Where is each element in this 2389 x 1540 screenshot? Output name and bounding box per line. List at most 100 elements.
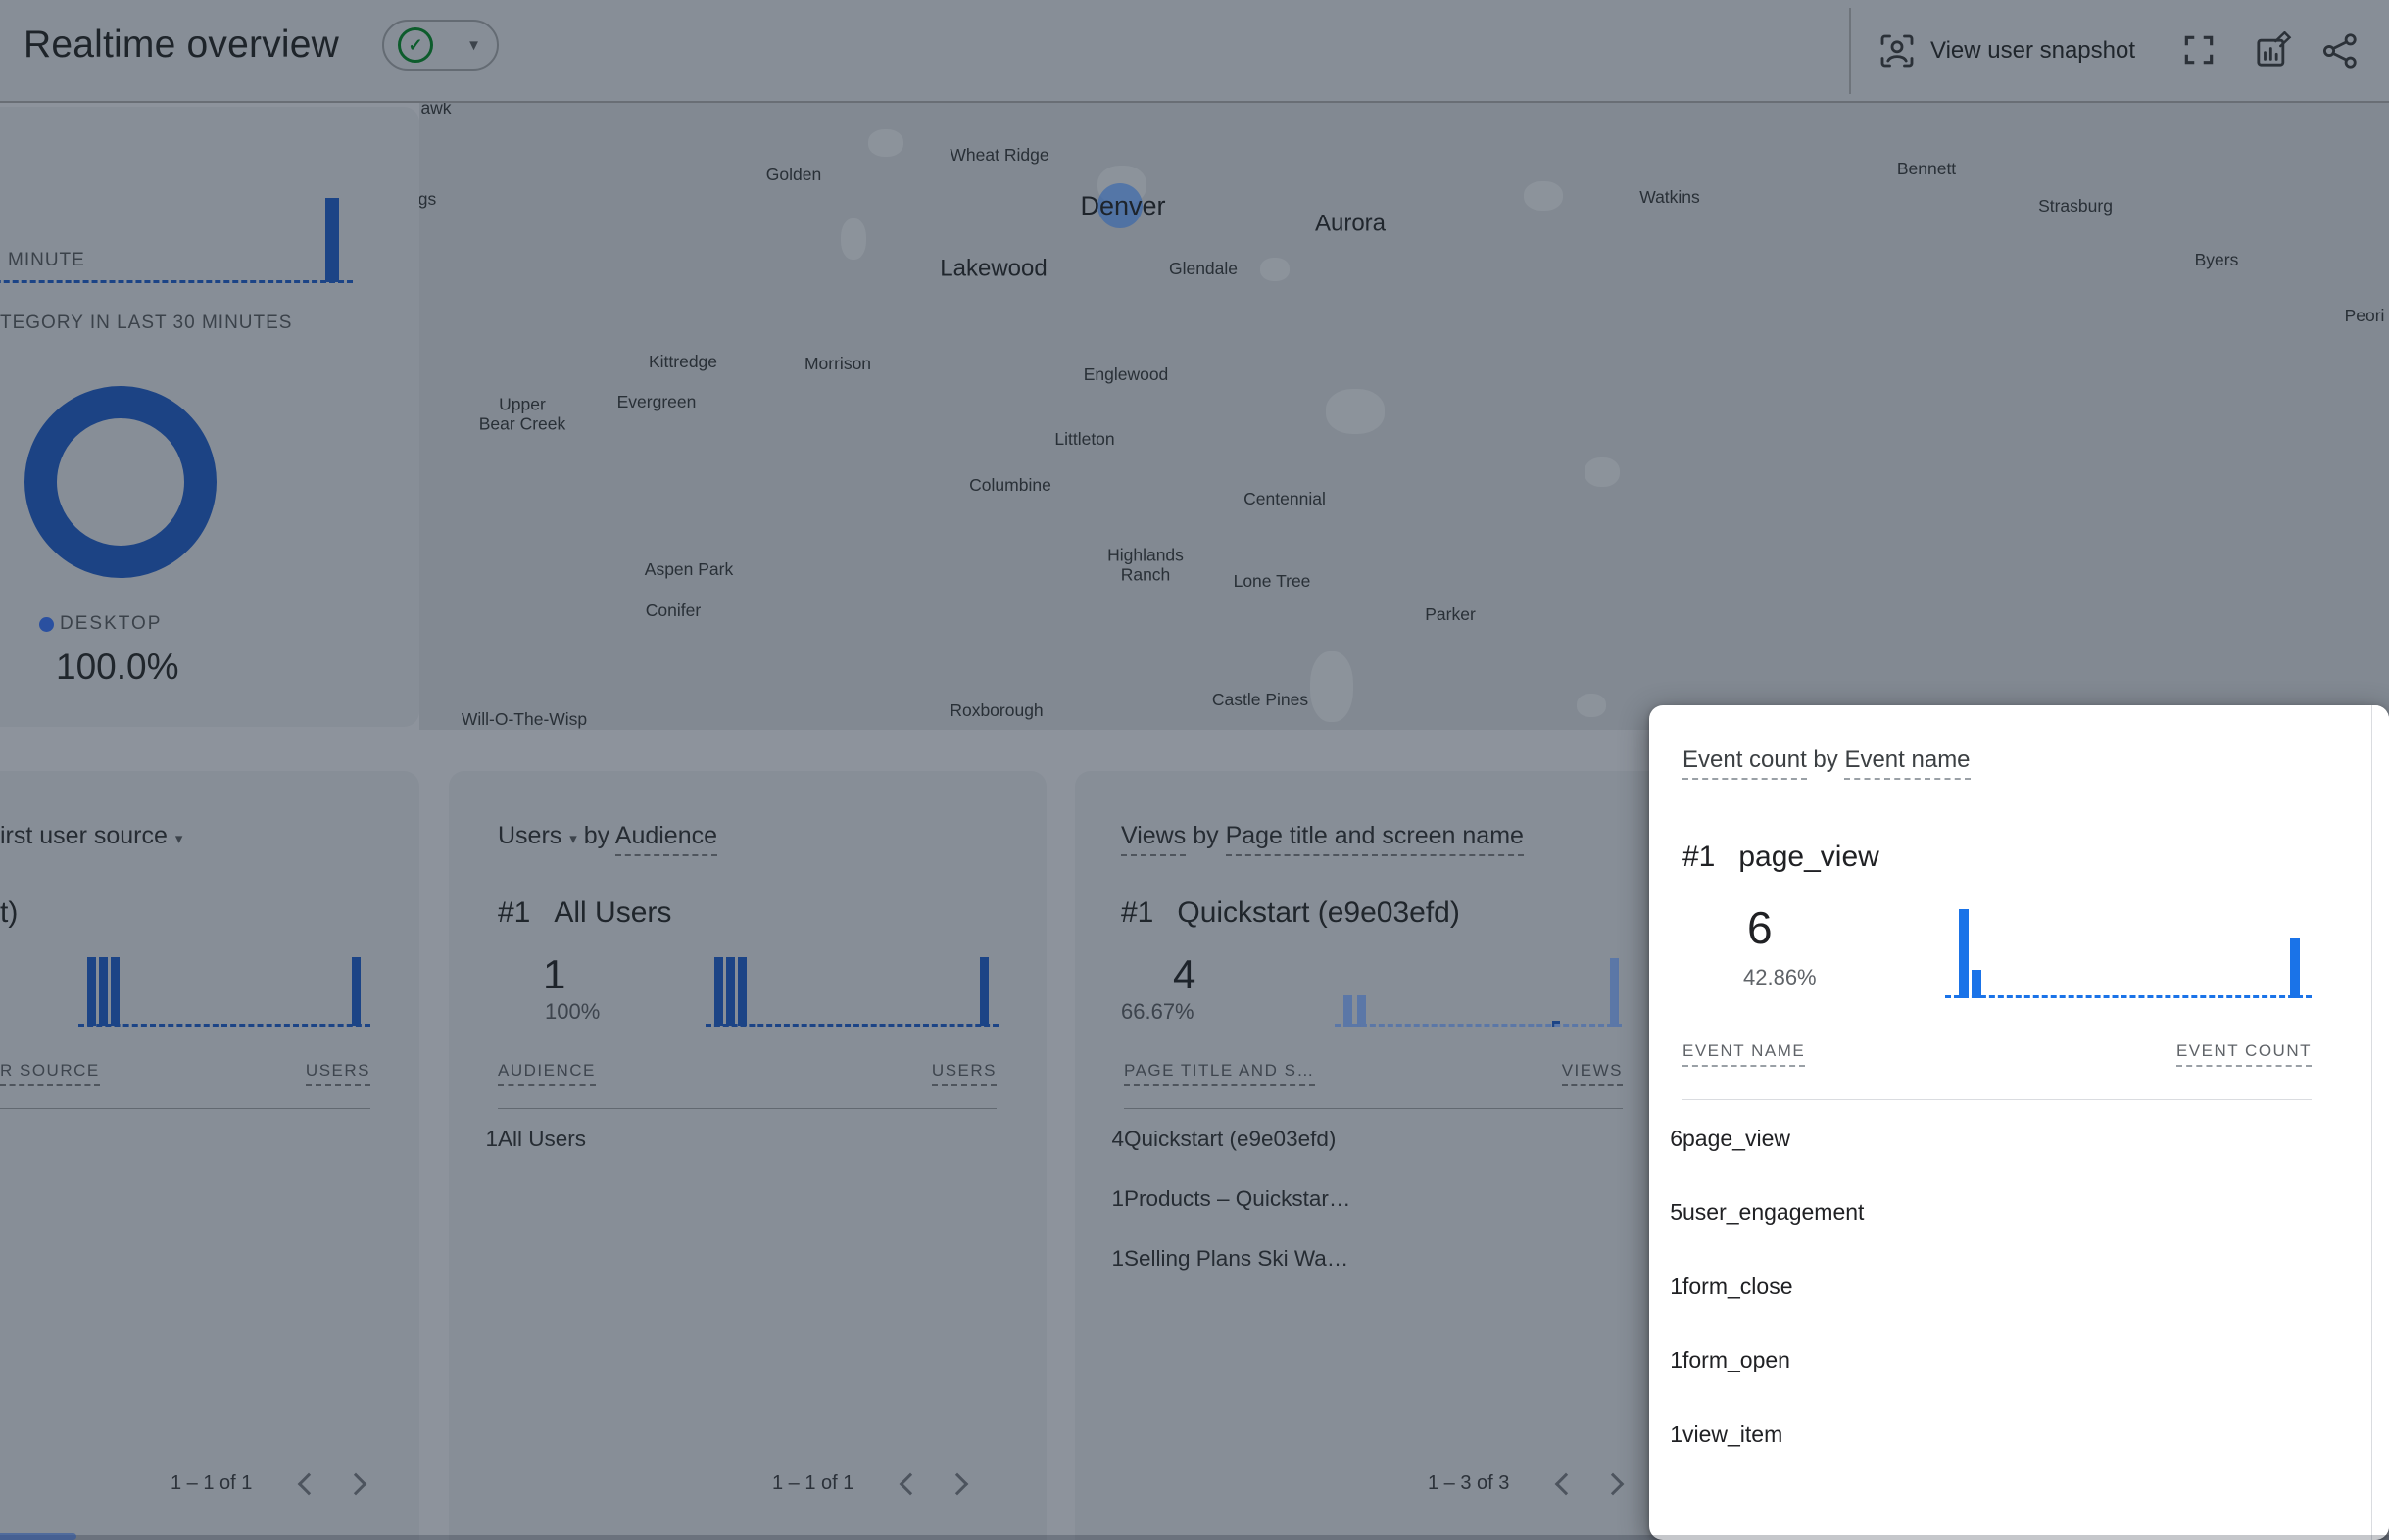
- legend-dot-icon: [39, 617, 54, 632]
- next-page-icon[interactable]: [947, 1472, 969, 1495]
- previous-page-icon[interactable]: [1555, 1472, 1578, 1495]
- map-city-label: Strasburg: [2038, 197, 2113, 217]
- row-label: All Users: [498, 1126, 586, 1153]
- map-terrain-patch: [1524, 181, 1563, 211]
- view-user-snapshot-button[interactable]: View user snapshot: [1877, 31, 2135, 71]
- map-city-label: Morrison: [804, 355, 871, 374]
- table-rows: page_view 6 user_engagement 5 form_close…: [1682, 705, 2312, 1540]
- map-terrain-patch: [1585, 457, 1620, 487]
- share-button[interactable]: [2319, 31, 2359, 71]
- next-page-icon[interactable]: [1602, 1472, 1625, 1495]
- row-value: 6: [1670, 1125, 1682, 1152]
- map-city-label: Denver: [1080, 191, 1165, 220]
- row-label: page_view: [1682, 1125, 1790, 1152]
- map-city-label: Bennett: [1897, 160, 1956, 179]
- map-city-label: Peori: [2345, 307, 2385, 326]
- realtime-overview-page: Realtime overview ✓ ▼ View user snapshot: [0, 0, 2389, 1540]
- row-value: 4: [1111, 1126, 1124, 1153]
- pagination: 1 – 3 of 3: [1428, 1472, 1636, 1495]
- first-user-source-card: irst user source▾ t) R SOURCE USERS 1: [0, 771, 419, 1540]
- row-label: form_open: [1682, 1346, 1790, 1373]
- card-scrollbar[interactable]: [2371, 705, 2389, 1540]
- map-city-label: Littleton: [1054, 430, 1114, 450]
- map-city-label: Centennial: [1243, 490, 1326, 509]
- map-city-label: Watkins: [1639, 188, 1700, 208]
- user-snapshot-icon: [1877, 31, 1917, 71]
- chart-baseline: [0, 280, 353, 283]
- map-city-label: Castle Pines: [1212, 691, 1308, 710]
- row-label: user_engagement: [1682, 1198, 1864, 1226]
- table-rows: 1: [0, 771, 370, 1540]
- previous-page-icon[interactable]: [900, 1472, 922, 1495]
- map-city-label: gs: [419, 190, 436, 210]
- row-value: 1: [1670, 1346, 1682, 1373]
- users-by-audience-card: Users▾ by Audience #1All Users 1 100% AU…: [449, 771, 1047, 1540]
- map-terrain-patch: [1326, 389, 1385, 434]
- fullscreen-icon: [2180, 31, 2219, 71]
- map-city-label: Will-O-The-Wisp: [462, 710, 587, 730]
- clipped-progress-bar: [0, 1533, 76, 1540]
- fullscreen-button[interactable]: [2180, 31, 2219, 71]
- window-bottom-edge: [0, 1535, 2389, 1540]
- map-terrain-patch: [1260, 258, 1290, 281]
- map-city-label: Upper Bear Creek: [479, 395, 566, 433]
- users-per-minute-label: MINUTE: [8, 250, 85, 271]
- map-city-label: Aspen Park: [645, 560, 733, 580]
- map-city-label: awk: [420, 103, 451, 119]
- pagination-label: 1 – 1 of 1: [171, 1472, 252, 1495]
- pagination-label: 1 – 1 of 1: [772, 1472, 853, 1495]
- map-city-label: Aurora: [1315, 212, 1386, 238]
- map-city-label: Highlands Ranch: [1107, 546, 1184, 584]
- next-page-icon[interactable]: [345, 1472, 367, 1495]
- table-rows: Quickstart (e9e03efd) 4 Products – Quick…: [1124, 771, 1623, 1540]
- row-label: view_item: [1682, 1420, 1782, 1448]
- row-value: 1: [1670, 1420, 1682, 1448]
- pagination: 1 – 1 of 1: [772, 1472, 981, 1495]
- table-rows: All Users 1: [498, 771, 1000, 1540]
- map-city-label: Glendale: [1169, 260, 1238, 279]
- page-header: Realtime overview ✓ ▼ View user snapshot: [0, 0, 2389, 103]
- row-value: 1: [1670, 1273, 1682, 1300]
- pagination-label: 1 – 3 of 3: [1428, 1472, 1509, 1495]
- map-city-label: Conifer: [646, 602, 701, 621]
- report-status-pill[interactable]: ✓ ▼: [382, 20, 499, 71]
- previous-page-icon[interactable]: [298, 1472, 320, 1495]
- status-check-icon: ✓: [398, 27, 433, 63]
- map-city-label: Columbine: [969, 476, 1051, 496]
- row-label: form_close: [1682, 1273, 1792, 1300]
- event-count-by-event-name-card: Event count by Event name #1page_view 6 …: [1649, 705, 2389, 1540]
- map-city-label: Golden: [766, 166, 821, 185]
- row-value: 5: [1670, 1198, 1682, 1226]
- map-city-label: Roxborough: [950, 701, 1043, 721]
- pagination: 1 – 1 of 1: [171, 1472, 379, 1495]
- device-category-label: TEGORY IN LAST 30 MINUTES: [0, 313, 292, 334]
- share-icon: [2319, 31, 2359, 71]
- map-city-label: Evergreen: [617, 393, 697, 412]
- edit-comparison-button[interactable]: [2253, 31, 2292, 71]
- chevron-down-icon: ▼: [466, 37, 481, 54]
- views-by-page-title-card: Views by Page title and screen name #1Qu…: [1075, 771, 1673, 1540]
- map-city-label: Englewood: [1084, 365, 1169, 385]
- row-value: 1: [1111, 1185, 1124, 1213]
- users-per-minute-card: MINUTE TEGORY IN LAST 30 MINUTES DESKTOP…: [0, 107, 419, 727]
- map-city-label: Lakewood: [940, 257, 1047, 283]
- chart-bar: [325, 198, 339, 282]
- map-city-label: Kittredge: [649, 353, 717, 372]
- map-city-label: Parker: [1425, 605, 1476, 625]
- realtime-geo-map[interactable]: awkgsGoldenWheat RidgeDenverAuroraLakewo…: [419, 103, 2389, 730]
- donut-legend-value: 100.0%: [56, 647, 179, 688]
- header-divider: [1849, 8, 1851, 94]
- device-category-donut-chart: [24, 386, 217, 578]
- row-label: Products – Quickstar…: [1124, 1185, 1350, 1213]
- row-label: Quickstart (e9e03efd): [1124, 1126, 1336, 1153]
- map-city-label: Byers: [2195, 251, 2239, 270]
- donut-legend-label: DESKTOP: [60, 613, 162, 635]
- row-label: Selling Plans Ski Wa…: [1124, 1245, 1348, 1273]
- page-title: Realtime overview: [24, 24, 339, 67]
- map-city-label: Lone Tree: [1234, 572, 1311, 592]
- row-value: 1: [485, 1126, 498, 1153]
- map-terrain-patch: [841, 218, 866, 260]
- edit-chart-icon: [2253, 31, 2292, 71]
- row-value: 1: [1111, 1245, 1124, 1273]
- map-terrain-patch: [868, 129, 903, 157]
